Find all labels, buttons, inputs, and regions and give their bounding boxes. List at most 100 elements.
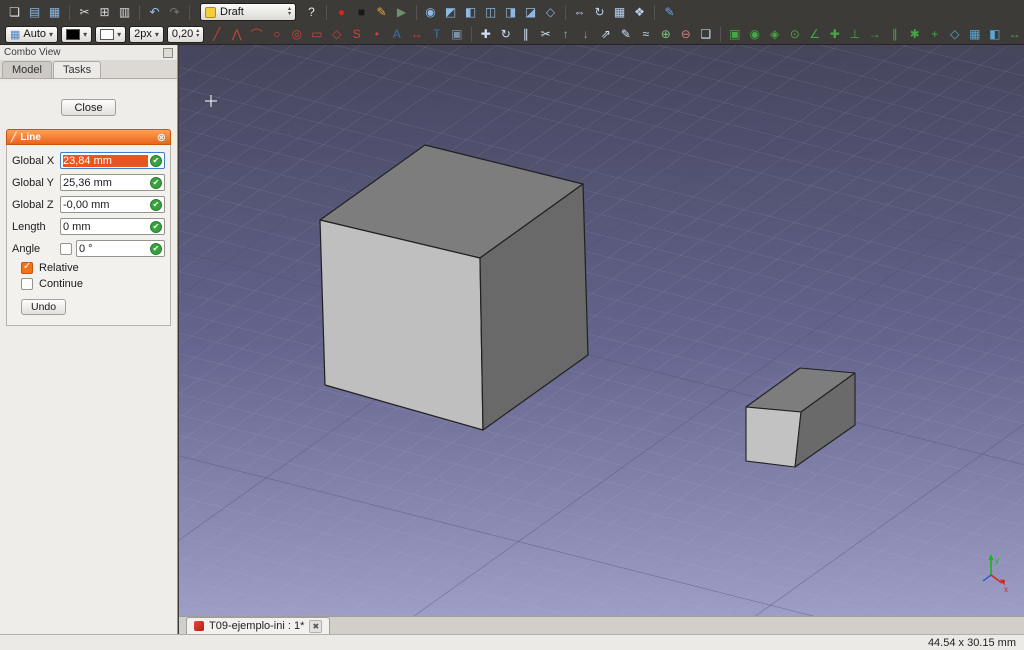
cut-icon[interactable]: ✂ [75,3,94,22]
macro-play-icon[interactable]: ▶ [392,3,411,22]
view-left-icon[interactable]: ◇ [541,3,560,22]
view-rear-icon[interactable]: ◪ [521,3,540,22]
snap-lock-icon[interactable]: ▣ [725,25,744,44]
measure-distance-icon[interactable]: ⇔ [570,3,589,22]
snap-endpoint-icon[interactable]: ◉ [745,25,764,44]
draft-rectangle-icon[interactable]: ▭ [307,25,326,44]
view-axonometric-icon[interactable]: ◩ [441,3,460,22]
chevron-down-icon [83,28,87,40]
draft-rotate-icon[interactable]: ↻ [496,25,515,44]
macro-edit-icon[interactable]: ✎ [372,3,391,22]
draft-facebinder-icon[interactable]: ▣ [447,25,466,44]
copy-icon[interactable]: ⊞ [95,3,114,22]
snap-perpendicular-icon[interactable]: ⊥ [845,25,864,44]
view-right-icon[interactable]: ◨ [501,3,520,22]
macro-stop-icon[interactable]: ■ [352,3,371,22]
workbench-selector-label: Draft [220,6,244,18]
snap-near-icon[interactable]: + [925,25,944,44]
draft-circle-icon[interactable]: ○ [267,25,286,44]
refresh-view-icon[interactable]: ↻ [590,3,609,22]
global-z-value: -0,00 mm [63,198,110,211]
paste-icon[interactable]: ▥ [115,3,134,22]
whats-this-icon[interactable]: ? [302,3,321,22]
draft-upgrade-icon[interactable]: ↑ [556,25,575,44]
open-file-icon[interactable]: ▤ [25,3,44,22]
draft-wire-icon[interactable]: ⋀ [227,25,246,44]
draft-text-icon[interactable]: A [387,25,406,44]
snap-ortho-icon[interactable]: ◇ [945,25,964,44]
global-x-input[interactable]: 23,84 mm [60,152,165,169]
scene-inspector-icon[interactable]: ▦ [610,3,629,22]
macro-toolbar-group: ? ● ■ ✎ ▶ [302,3,421,22]
continue-checkbox[interactable] [21,278,33,290]
snap-working-plane-icon[interactable]: ◧ [985,25,1004,44]
draft-scale-icon[interactable]: ⇗ [596,25,615,44]
draft-polygon-icon[interactable]: ◇ [327,25,346,44]
snap-intersection-icon[interactable]: ✚ [825,25,844,44]
working-plane-auto-button[interactable]: Auto [5,25,59,43]
close-document-icon[interactable] [309,619,323,633]
valid-check-icon [150,176,162,189]
length-input[interactable]: 0 mm [60,218,165,235]
snap-dimensions-icon[interactable]: ↔ [1005,25,1024,44]
snap-center-icon[interactable]: ⊙ [785,25,804,44]
draft-dimension-icon[interactable]: ↔ [407,25,426,44]
snap-special-icon[interactable]: ✱ [905,25,924,44]
draft-wire-to-bspline-icon[interactable]: ≈ [636,25,655,44]
draft-arc-icon[interactable]: ⌒ [247,25,266,44]
draft-ellipse-icon[interactable]: ◎ [287,25,306,44]
relative-checkbox[interactable] [21,261,33,274]
collapse-panel-icon[interactable] [157,131,166,144]
dependency-graph-icon[interactable]: ❖ [630,3,649,22]
workbench-selector[interactable]: Draft ▴ ▾ [200,3,296,21]
float-panel-icon[interactable] [163,47,173,58]
line-width-select[interactable]: 2px [129,25,164,43]
face-color-button[interactable] [95,25,127,43]
document-tab[interactable]: T09-ejemplo-ini : 1* [186,617,331,634]
draft-shapestring-icon[interactable]: T [427,25,446,44]
draft-delete-point-icon[interactable]: ⊖ [676,25,695,44]
macro-record-icon[interactable]: ● [332,3,351,22]
angle-label: Angle [12,242,41,255]
snap-extension-icon[interactable]: → [865,25,884,44]
undo-icon[interactable]: ↶ [145,3,164,22]
view-front-icon[interactable]: ◧ [461,3,480,22]
view-top-icon[interactable]: ◫ [481,3,500,22]
close-task-button[interactable]: Close [61,99,116,116]
draft-downgrade-icon[interactable]: ↓ [576,25,595,44]
snap-parallel-icon[interactable]: ∥ [885,25,904,44]
draft-bspline-icon[interactable]: S [347,25,366,44]
line-color-button[interactable] [61,25,93,43]
view-fit-all-icon[interactable]: ◉ [421,3,440,22]
draft-move-icon[interactable]: ✚ [476,25,495,44]
save-icon[interactable]: ▦ [45,3,64,22]
angle-lock-checkbox[interactable] [60,242,72,255]
draft-point-icon[interactable]: • [367,25,386,44]
draft-offset-icon[interactable]: ∥ [516,25,535,44]
snap-angle-icon[interactable]: ∠ [805,25,824,44]
draft-line-icon[interactable]: ╱ [207,25,226,44]
tab-tasks[interactable]: Tasks [52,61,102,78]
draft-annotate-icon[interactable]: ✎ [660,3,679,22]
draft-add-point-icon[interactable]: ⊕ [656,25,675,44]
global-z-input[interactable]: -0,00 mm [60,196,165,213]
chevron-down-icon [117,28,121,40]
length-label: Length [12,220,46,233]
length-value: 0 mm [63,220,91,233]
draft-tools-group: ╱ ⋀ ⌒ ○ ◎ ▭ ◇ S • A ↔ T ▣ [207,25,476,44]
snap-midpoint-icon[interactable]: ◈ [765,25,784,44]
redo-icon[interactable]: ↷ [165,3,184,22]
undo-button[interactable]: Undo [21,299,67,315]
angle-input[interactable]: 0 ° [76,240,165,257]
3d-viewport[interactable]: y x [179,45,1024,616]
snap-grid-icon[interactable]: ▦ [965,25,984,44]
3d-canvas[interactable]: y x [179,45,1024,616]
scale-spinbox[interactable]: 0,20 ▴ ▾ [166,25,205,43]
draft-trimex-icon[interactable]: ✂ [536,25,555,44]
status-bar: 44.54 x 30.15 mm [0,634,1024,650]
tab-model[interactable]: Model [2,61,52,78]
new-document-icon[interactable]: ❏ [5,3,24,22]
draft-shape2dview-icon[interactable]: ❏ [696,25,715,44]
draft-edit-icon[interactable]: ✎ [616,25,635,44]
global-y-input[interactable]: 25,36 mm [60,174,165,191]
